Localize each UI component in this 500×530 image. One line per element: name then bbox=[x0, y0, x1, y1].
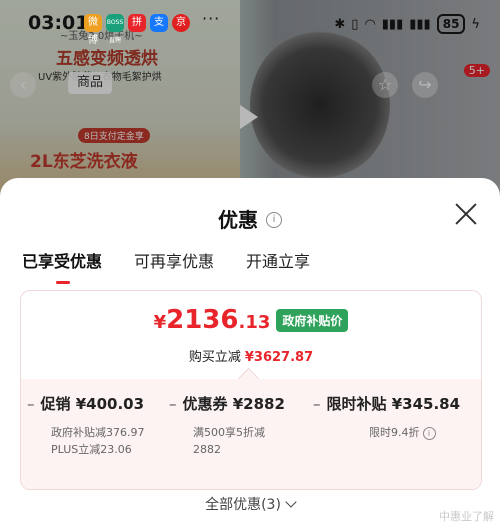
savings-label: 购买立减 bbox=[188, 350, 241, 365]
all-offers-toggle[interactable]: 全部优惠(3) bbox=[0, 494, 500, 514]
gov-subsidy-tag: 政府补贴价 bbox=[276, 308, 349, 332]
boss-icon: BOSS直聘 bbox=[106, 14, 124, 44]
signal-icon: ▮▮▮ bbox=[381, 16, 404, 32]
price-summary: ¥2136.13 政府补贴价 购买立减 ¥3627.87 bbox=[21, 291, 481, 379]
watermark: 中惠业了解 bbox=[439, 510, 494, 523]
discount-coupon[interactable]: – 优惠券 ¥2882 满500享5折减 2882 bbox=[169, 393, 285, 458]
currency-symbol: ¥ bbox=[153, 312, 167, 333]
price-integer: 2136 bbox=[166, 305, 239, 335]
offers-bottom-sheet: 优惠 i 已享受优惠 可再享优惠 开通立享 ¥2136.13 政府补贴价 购买立减 ¥… bbox=[0, 178, 500, 530]
offer-summary-card: ¥2136.13 政府补贴价 购买立减 ¥3627.87 – 促销 ¥400.03 政… bbox=[20, 290, 482, 490]
discount-detail: PLUS立减23.06 bbox=[51, 443, 132, 456]
sheet-title: 优惠 i bbox=[0, 204, 500, 233]
status-bar: 03:01 微博 BOSS直聘 拼 支 京 ··· ✱ ▯ ◠ ▮▮▮ ▮▮▮ … bbox=[0, 0, 500, 46]
weibo-icon: 微博 bbox=[84, 14, 102, 46]
notification-icons: 微博 BOSS直聘 拼 支 京 bbox=[84, 14, 190, 46]
wifi-icon: ◠ bbox=[364, 16, 376, 32]
savings-row: 购买立减 ¥3627.87 bbox=[21, 346, 481, 365]
discount-detail: 政府补贴减376.97 bbox=[51, 426, 145, 439]
charging-icon: ϟ bbox=[471, 16, 480, 32]
info-icon[interactable]: i bbox=[266, 211, 282, 228]
jd-icon: 京 bbox=[172, 14, 190, 32]
system-indicators: ✱ ▯ ◠ ▮▮▮ ▮▮▮ 85 ϟ bbox=[334, 14, 480, 34]
minus-icon: – bbox=[169, 395, 177, 413]
discount-promotion[interactable]: – 促销 ¥400.03 政府补贴减376.97 PLUS立减23.06 bbox=[27, 393, 145, 458]
discount-title: 促销 ¥400.03 bbox=[40, 395, 145, 413]
tab-enjoyed-offers[interactable]: 已享受优惠 bbox=[22, 248, 102, 284]
bluetooth-icon: ✱ bbox=[334, 16, 346, 32]
pinduoduo-icon: 拼 bbox=[128, 14, 146, 32]
discount-limited-subsidy[interactable]: – 限时补贴 ¥345.84 限时9.4折 i bbox=[313, 393, 460, 441]
alipay-icon: 支 bbox=[150, 14, 168, 32]
minus-icon: – bbox=[313, 395, 321, 413]
chevron-down-icon bbox=[285, 496, 297, 508]
clock: 03:01 bbox=[28, 12, 89, 34]
battery-icon: 85 bbox=[436, 14, 466, 34]
offer-tabs: 已享受优惠 可再享优惠 开通立享 bbox=[22, 248, 310, 284]
discount-detail: 满500享5折减 bbox=[193, 426, 265, 439]
savings-amount: ¥3627.87 bbox=[244, 350, 314, 365]
discount-detail: 限时9.4折 bbox=[369, 426, 420, 439]
discount-title: 限时补贴 ¥345.84 bbox=[326, 395, 461, 413]
discount-title: 优惠券 ¥2882 bbox=[182, 395, 285, 413]
all-offers-label: 全部优惠(3) bbox=[205, 497, 281, 513]
minus-icon: – bbox=[27, 395, 35, 413]
discount-breakdown: – 促销 ¥400.03 政府补贴减376.97 PLUS立减23.06 – 优惠券… bbox=[21, 379, 481, 489]
vibrate-icon: ▯ bbox=[351, 16, 359, 32]
final-price: ¥2136.13 bbox=[154, 305, 271, 335]
tab-more-offers[interactable]: 可再享优惠 bbox=[134, 248, 214, 272]
close-icon[interactable] bbox=[454, 202, 478, 226]
sheet-title-text: 优惠 bbox=[218, 208, 258, 232]
info-icon[interactable]: i bbox=[422, 427, 436, 440]
more-notifications-icon: ··· bbox=[202, 9, 221, 28]
price-decimal: .13 bbox=[238, 312, 271, 333]
tab-activate-offers[interactable]: 开通立享 bbox=[246, 248, 310, 272]
signal-icon: ▮▮▮ bbox=[409, 16, 431, 32]
discount-detail: 2882 bbox=[193, 443, 221, 456]
final-price-row: ¥2136.13 政府补贴价 bbox=[21, 305, 481, 335]
